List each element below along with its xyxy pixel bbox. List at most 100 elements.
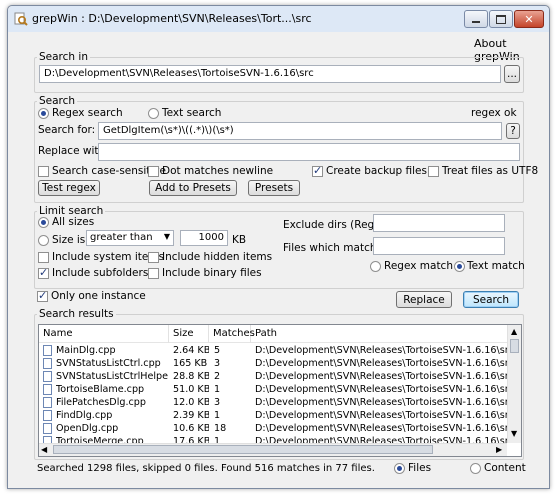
search-button[interactable]: Search xyxy=(463,291,519,308)
results-list[interactable]: Name Size Matches Path MainDlg.cpp 2.64 K… xyxy=(38,324,522,457)
only-one-instance-checkbox[interactable] xyxy=(37,289,48,302)
case-sensitive-checkbox[interactable] xyxy=(38,166,49,177)
size-operator-select[interactable]: greater than ▼ xyxy=(86,230,174,246)
close-button[interactable]: ✕ xyxy=(514,10,544,28)
dot-newline-checkbox[interactable] xyxy=(148,166,159,177)
column-matches[interactable]: Matches xyxy=(209,325,255,343)
cell-path: D:\Development\SVN\Releases\TortoiseSVN-… xyxy=(255,410,507,421)
include-subfolders-label: Include subfolders xyxy=(52,267,149,279)
include-hidden-label: Include hidden items xyxy=(162,251,273,263)
cell-matches: 1 xyxy=(214,410,221,421)
table-row[interactable]: MainDlg.cpp 2.64 KB 5 D:\Development\SVN\Re… xyxy=(39,344,509,357)
presets-button[interactable]: Presets xyxy=(248,180,300,196)
results-header: Name Size Matches Path xyxy=(39,325,509,343)
cell-size: 2.64 KB xyxy=(173,345,209,356)
search-in-label: Search in xyxy=(37,51,90,63)
test-regex-button[interactable]: Test regex xyxy=(38,180,100,196)
cell-path: D:\Development\SVN\Releases\TortoiseSVN-… xyxy=(255,345,507,356)
table-row[interactable]: FilePatchesDlg.cpp 12.0 KB 3 D:\Development… xyxy=(39,396,509,409)
cell-name: SVNStatusListCtrlHelpers.cpp xyxy=(56,371,168,382)
files-radio-label: Files xyxy=(408,462,432,474)
content-radio[interactable] xyxy=(470,463,481,474)
size-value-input[interactable]: 1000 xyxy=(180,230,228,246)
cell-matches: 5 xyxy=(214,345,221,356)
include-hidden-checkbox[interactable] xyxy=(148,252,159,263)
create-backup-checkbox[interactable] xyxy=(312,164,323,177)
replace-button[interactable]: Replace xyxy=(396,291,452,308)
cell-size: 51.0 KB xyxy=(173,384,209,395)
regex-help-button[interactable]: ? xyxy=(506,123,520,139)
search-for-input[interactable]: GetDlgItem(\s*)\((.*)\)(\s*) xyxy=(98,122,502,140)
include-binary-checkbox[interactable] xyxy=(148,268,159,279)
files-radio[interactable] xyxy=(394,463,405,474)
cell-name: SVNStatusListCtrl.cpp xyxy=(56,358,161,369)
size-unit-label: KB xyxy=(232,234,247,246)
column-name[interactable]: Name xyxy=(39,325,169,343)
treat-utf8-label: Treat files as UTF8 xyxy=(442,165,539,177)
scroll-left-icon[interactable]: ◀ xyxy=(41,445,47,454)
include-binary-label: Include binary files xyxy=(162,267,262,279)
table-row[interactable]: TortoiseBlame.cpp 51.0 KB 1 D:\Development\… xyxy=(39,383,509,396)
vertical-scrollbar[interactable]: ▲ ▼ xyxy=(507,325,521,443)
cell-name: FindDlg.cpp xyxy=(56,410,113,421)
cell-size: 165 KB xyxy=(173,358,208,369)
content-radio-label: Content xyxy=(484,462,526,474)
cpp-file-icon xyxy=(43,397,52,408)
text-search-label: Text search xyxy=(162,107,222,119)
regex-match-label: Regex match xyxy=(384,260,453,272)
cell-matches: 18 xyxy=(214,423,227,434)
all-sizes-radio[interactable] xyxy=(38,217,49,228)
all-sizes-label: All sizes xyxy=(52,216,95,228)
dot-newline-label: Dot matches newline xyxy=(162,165,274,177)
app-window: grepWin : D:\Development\SVN\Releases\To… xyxy=(7,5,550,489)
files-match-input[interactable] xyxy=(373,237,505,255)
minimize-button[interactable] xyxy=(464,10,488,28)
scroll-right-icon[interactable]: ▶ xyxy=(496,445,502,454)
maximize-button[interactable] xyxy=(489,10,513,28)
minimize-icon xyxy=(472,21,480,23)
cell-path: D:\Development\SVN\Releases\TortoiseSVN-… xyxy=(255,423,507,434)
text-match-radio[interactable] xyxy=(454,261,465,272)
size-is-radio[interactable] xyxy=(38,235,49,246)
cell-name: MainDlg.cpp xyxy=(56,345,116,356)
include-subfolders-checkbox[interactable] xyxy=(38,266,49,279)
table-row[interactable]: SVNStatusListCtrlHelpers.cpp 28.8 KB 2 D:\D… xyxy=(39,370,509,383)
text-search-radio[interactable] xyxy=(148,108,159,119)
exclude-dirs-input[interactable] xyxy=(373,214,505,232)
cell-matches: 1 xyxy=(214,384,221,395)
regex-search-radio[interactable] xyxy=(38,108,49,119)
add-to-presets-button[interactable]: Add to Presets xyxy=(149,180,237,196)
vertical-scroll-thumb[interactable] xyxy=(510,339,519,353)
size-operator-value: greater than xyxy=(90,232,153,243)
cpp-file-icon xyxy=(43,423,52,434)
horizontal-scrollbar[interactable]: ◀ ▶ xyxy=(39,443,507,456)
column-path[interactable]: Path xyxy=(251,325,509,343)
only-one-instance-label: Only one instance xyxy=(51,290,146,302)
search-path-input[interactable]: D:\Development\SVN\Releases\TortoiseSVN-… xyxy=(39,65,501,83)
table-row[interactable]: SVNStatusListCtrl.cpp 165 KB 3 D:\Developme… xyxy=(39,357,509,370)
regex-match-radio[interactable] xyxy=(370,261,381,272)
dropdown-arrow-icon: ▼ xyxy=(163,232,170,241)
cell-matches: 3 xyxy=(214,397,221,408)
status-text: Searched 1298 files, skipped 0 files. Fo… xyxy=(37,463,375,474)
browse-button[interactable]: ... xyxy=(504,65,520,83)
cell-size: 12.0 KB xyxy=(173,397,209,408)
title-bar[interactable]: grepWin : D:\Development\SVN\Releases\To… xyxy=(8,6,549,32)
text-match-label: Text match xyxy=(467,260,525,272)
replace-with-input[interactable] xyxy=(98,143,520,161)
scroll-down-icon[interactable]: ▼ xyxy=(511,429,517,438)
close-icon: ✕ xyxy=(524,12,534,26)
column-size[interactable]: Size xyxy=(169,325,209,343)
table-row[interactable]: OpenDlg.cpp 10.6 KB 18 D:\Development\SVN\R… xyxy=(39,422,509,435)
size-is-label: Size is xyxy=(52,234,86,246)
table-row[interactable]: FindDlg.cpp 2.39 KB 1 D:\Development\SVN\Re… xyxy=(39,409,509,422)
search-results-label: Search results xyxy=(37,308,116,320)
regex-search-label: Regex search xyxy=(52,107,123,119)
horizontal-scroll-thumb[interactable] xyxy=(53,445,433,454)
include-system-checkbox[interactable] xyxy=(38,252,49,263)
treat-utf8-checkbox[interactable] xyxy=(428,166,439,177)
scroll-up-icon[interactable]: ▲ xyxy=(511,327,517,336)
search-for-label: Search for: xyxy=(38,124,96,136)
maximize-icon xyxy=(496,14,506,24)
cell-name: FilePatchesDlg.cpp xyxy=(56,397,146,408)
